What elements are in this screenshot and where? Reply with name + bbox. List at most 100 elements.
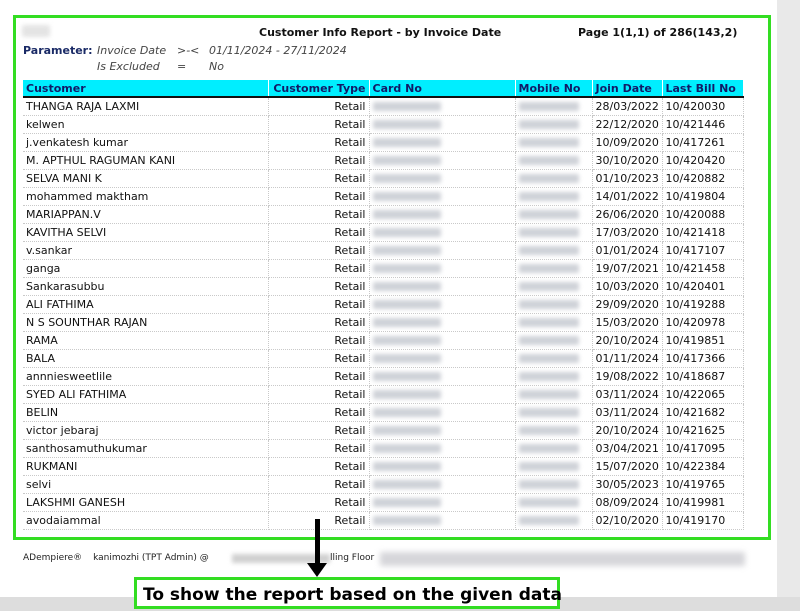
column-header-last-bill-no[interactable]: Last Bill No	[662, 80, 744, 98]
annotation-arrow-head	[307, 563, 327, 577]
table-row: victor jebaraj Retail 20/10/2024 10/421625	[23, 421, 744, 440]
table-row: kelwen Retail 22/12/2020 10/421446	[23, 115, 744, 134]
annotation-caption: To show the report based on the given da…	[143, 585, 562, 605]
cell-join-date: 19/07/2021	[592, 259, 663, 278]
redacted-value	[518, 444, 579, 453]
cell-customer-type: Retail	[268, 205, 370, 224]
cell-card-no	[369, 385, 516, 404]
column-header-join-date[interactable]: Join Date	[592, 80, 663, 98]
table-row: KAVITHA SELVI Retail 17/03/2020 10/421418	[23, 223, 744, 242]
cell-join-date: 20/10/2024	[592, 421, 663, 440]
redacted-value	[372, 120, 441, 129]
cell-customer-type: Retail	[268, 403, 370, 422]
cell-customer: THANGA RAJA LAXMI	[23, 97, 269, 116]
redacted-value	[518, 138, 579, 147]
redacted-value	[518, 120, 579, 129]
redacted-value	[372, 156, 441, 165]
cell-mobile-no	[515, 151, 593, 170]
cell-customer-type: Retail	[268, 115, 370, 134]
cell-last-bill-no: 10/420088	[662, 205, 744, 224]
redacted-value	[372, 192, 441, 201]
vertical-scrollbar[interactable]	[777, 0, 800, 611]
cell-join-date: 19/08/2022	[592, 367, 663, 386]
cell-customer: Sankarasubbu	[23, 277, 269, 296]
cell-customer: BELIN	[23, 403, 269, 422]
cell-last-bill-no: 10/419170	[662, 511, 744, 530]
cell-mobile-no	[515, 259, 593, 278]
cell-customer-type: Retail	[268, 133, 370, 152]
redacted-value	[518, 516, 579, 525]
cell-join-date: 26/06/2020	[592, 205, 663, 224]
cell-mobile-no	[515, 349, 593, 368]
column-header-customer[interactable]: Customer	[23, 80, 269, 98]
table-row: avodaiammal Retail 02/10/2020 10/419170	[23, 511, 744, 530]
cell-customer: ALI FATHIMA	[23, 295, 269, 314]
redacted-value	[518, 228, 579, 237]
redacted-value	[518, 426, 579, 435]
cell-customer-type: Retail	[268, 421, 370, 440]
redacted-value	[518, 102, 579, 112]
cell-join-date: 30/05/2023	[592, 475, 663, 494]
cell-card-no	[369, 457, 516, 476]
redacted-value	[372, 372, 441, 381]
parameter-label: Parameter:	[23, 44, 93, 57]
redacted-value	[372, 228, 441, 237]
cell-join-date: 10/03/2020	[592, 277, 663, 296]
cell-customer-type: Retail	[268, 349, 370, 368]
column-header-mobile-no[interactable]: Mobile No	[515, 80, 593, 98]
cell-mobile-no	[515, 313, 593, 332]
cell-mobile-no	[515, 133, 593, 152]
column-header-customer-type[interactable]: Customer Type	[268, 80, 370, 98]
cell-customer: N S SOUNTHAR RAJAN	[23, 313, 269, 332]
cell-customer: BALA	[23, 349, 269, 368]
cell-mobile-no	[515, 205, 593, 224]
redacted-value	[518, 408, 579, 417]
cell-join-date: 20/10/2024	[592, 331, 663, 350]
redacted-value	[372, 444, 441, 453]
redacted-value	[372, 426, 441, 435]
cell-card-no	[369, 97, 516, 116]
redacted-value	[372, 138, 441, 147]
redacted-value	[372, 264, 441, 273]
table-row: selvi Retail 30/05/2023 10/419765	[23, 475, 744, 494]
parameter-value: No	[209, 60, 224, 73]
cell-customer: j.venkatesh kumar	[23, 133, 269, 152]
cell-card-no	[369, 493, 516, 512]
redacted-value	[518, 210, 579, 219]
redacted-value	[518, 498, 579, 507]
table-row: THANGA RAJA LAXMI Retail 28/03/2022 10/4200…	[23, 97, 744, 116]
redacted-value	[372, 210, 441, 219]
cell-customer-type: Retail	[268, 97, 370, 116]
annotation-caption-box: To show the report based on the given da…	[134, 577, 562, 609]
cell-card-no	[369, 421, 516, 440]
cell-customer: M. APTHUL RAGUMAN KANI	[23, 151, 269, 170]
table-header-row: Customer Customer Type Card No Mobile No…	[23, 80, 744, 98]
cell-mobile-no	[515, 511, 593, 530]
cell-mobile-no	[515, 457, 593, 476]
cell-customer-type: Retail	[268, 151, 370, 170]
cell-last-bill-no: 10/420978	[662, 313, 744, 332]
cell-join-date: 14/01/2022	[592, 187, 663, 206]
footer-redacted-details	[380, 552, 745, 566]
redacted-value	[518, 282, 579, 291]
column-header-card-no[interactable]: Card No	[369, 80, 516, 98]
cell-customer: SELVA MANI K	[23, 169, 269, 188]
cell-card-no	[369, 169, 516, 188]
cell-customer: RUKMANI	[23, 457, 269, 476]
cell-join-date: 29/09/2020	[592, 295, 663, 314]
cell-last-bill-no: 10/419981	[662, 493, 744, 512]
cell-mobile-no	[515, 475, 593, 494]
cell-customer-type: Retail	[268, 439, 370, 458]
cell-join-date: 01/11/2024	[592, 349, 663, 368]
cell-customer: v.sankar	[23, 241, 269, 260]
cell-join-date: 10/09/2020	[592, 133, 663, 152]
cell-last-bill-no: 10/419765	[662, 475, 744, 494]
redacted-value	[372, 462, 441, 471]
cell-mobile-no	[515, 439, 593, 458]
cell-card-no	[369, 151, 516, 170]
footer-info: ADempiere® kanimozhi (TPT Admin) @	[23, 553, 209, 563]
cell-mobile-no	[515, 295, 593, 314]
cell-card-no	[369, 475, 516, 494]
cell-join-date: 03/11/2024	[592, 403, 663, 422]
redacted-value	[372, 174, 441, 183]
